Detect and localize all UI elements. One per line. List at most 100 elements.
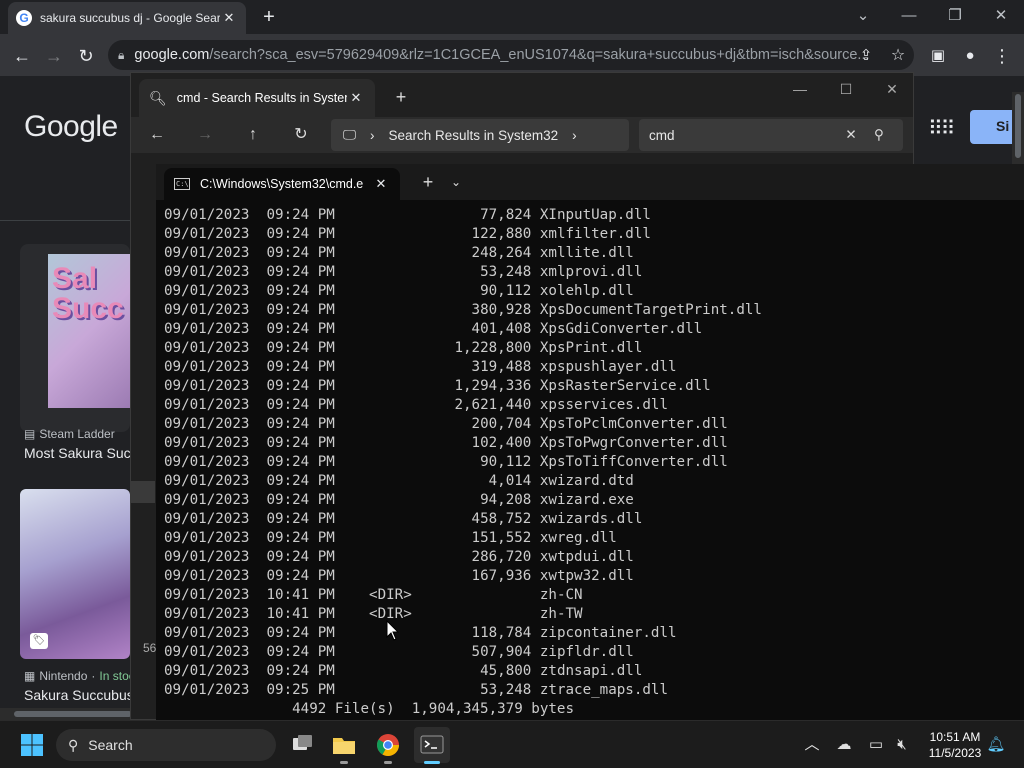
row-dir [369,321,412,337]
profile-icon[interactable]: ● [956,42,984,70]
row-time: 10:41 PM [266,606,335,622]
result-image[interactable]: 🏷︎ [20,489,130,659]
bookmark-star-icon[interactable]: ☆ [884,42,912,70]
close-window-button[interactable]: ✕ [869,77,915,101]
mouse-cursor-icon [386,620,400,641]
row-date: 09/01/2023 [164,549,250,565]
result-image[interactable]: Sal Succ [48,254,130,408]
terminal-tab-strip: C:\ C:\Windows\System32\cmd.e ✕ + ⌄ [156,164,1024,200]
address-bar[interactable]: 🔒︎ google.com /search?sca_esv=579629409&… [108,40,914,70]
explorer-address-bar[interactable]: 🖵︎ › Search Results in System32 › [331,119,629,151]
row-name: xpsservices.dll [539,397,669,413]
menu-kebab-icon[interactable]: ⋮ [988,42,1016,70]
back-button[interactable]: ← [8,42,36,70]
explorer-tab[interactable]: 🔍︎ cmd - Search Results in Systen ✕ [139,79,375,117]
close-tab-icon[interactable]: ✕ [372,176,390,192]
row-size: 286,720 [454,549,532,565]
close-tab-icon[interactable]: ✕ [220,10,238,26]
volume-muted-icon[interactable]: 🔇︎ [890,733,914,757]
row-size: 380,928 [454,302,532,318]
restore-button[interactable]: ❐ [932,2,978,30]
terminal-row: 09/01/2023 09:24 PM 90,112 xolehlp.dll [164,282,1020,301]
search-icon[interactable]: ⚲ [865,127,893,143]
row-date: 09/01/2023 [164,226,250,242]
row-name: zh-TW [539,606,583,622]
forward-button[interactable]: → [193,123,217,147]
row-size: 94,208 [454,492,532,508]
terminal-tab[interactable]: C:\ C:\Windows\System32\cmd.e ✕ [164,168,400,200]
terminal-row: 09/01/2023 09:24 PM 94,208 xwizard.exe [164,491,1020,510]
terminal-row: 09/01/2023 09:24 PM 102,400 XpsToPwgrCon… [164,434,1020,453]
chrome-icon[interactable] [370,727,406,764]
new-tab-button[interactable]: + [389,85,413,109]
onedrive-icon[interactable]: ☁︎ [832,733,856,757]
clock-time: 10:51 AM [929,730,981,744]
row-dir [369,245,412,261]
breadcrumb-chevron-icon: › [370,127,375,143]
reload-button[interactable]: ↻ [72,42,100,70]
terminal-row: 09/01/2023 09:25 PM 53,248 ztrace_maps.d… [164,681,1020,700]
clear-search-icon[interactable]: ✕ [837,127,865,143]
row-size: 167,936 [454,568,532,584]
chrome-tab[interactable]: G sakura succubus dj - Google Search ✕ [8,2,246,34]
chevron-up-icon[interactable]: ︿ [800,733,824,757]
refresh-button[interactable]: ↻ [289,123,313,147]
row-time: 09:24 PM [266,378,335,394]
side-panel-icon[interactable]: ▣ [924,42,952,70]
terminal-row: 09/01/2023 09:24 PM 319,488 xpspushlayer… [164,358,1020,377]
share-icon[interactable]: ⇪ [852,42,880,70]
terminal-row: 09/01/2023 09:24 PM 458,752 xwizards.dll [164,510,1020,529]
system-clock[interactable]: 10:51 AM 11/5/2023 [920,729,990,761]
monitor-icon: 🖵︎ [343,127,357,142]
row-size: 102,400 [454,435,532,451]
google-apps-icon[interactable]: ⠿⠿ [928,116,955,141]
new-tab-button[interactable]: + [416,170,440,194]
row-date: 09/01/2023 [164,207,250,223]
result-title[interactable]: Most Sakura Succ [24,445,138,461]
google-logo[interactable]: Google [24,110,118,144]
network-icon[interactable]: ▭ [864,733,888,757]
horizontal-scrollbar[interactable] [0,708,150,720]
maximize-button[interactable]: ☐ [823,77,869,101]
forward-button[interactable]: → [40,42,68,70]
row-name: xmlprovi.dll [539,264,643,280]
taskbar-search[interactable]: ⚲ Search [56,729,276,761]
back-button[interactable]: ← [145,123,169,147]
row-dir [369,511,412,527]
row-time: 10:41 PM [266,587,335,603]
row-size: 401,408 [454,321,532,337]
row-time: 09:24 PM [266,454,335,470]
row-date: 09/01/2023 [164,416,250,432]
sidebar-selection[interactable] [131,481,155,503]
row-time: 09:24 PM [266,226,335,242]
row-date: 09/01/2023 [164,264,250,280]
task-view-icon[interactable] [284,727,320,763]
terminal-output[interactable]: 09/01/2023 09:24 PM 77,824 XInputUap.dll… [164,206,1020,719]
explorer-sidebar: 56 [131,213,157,719]
row-dir [369,416,412,432]
minimize-button[interactable]: — [886,2,932,30]
row-size: 458,752 [454,511,532,527]
breadcrumb[interactable]: Search Results in System32 [389,128,559,143]
file-explorer-icon[interactable] [326,727,362,764]
row-date: 09/01/2023 [164,454,250,470]
row-date: 09/01/2023 [164,606,250,622]
close-tab-icon[interactable]: ✕ [347,90,365,106]
minimize-button[interactable]: — [777,77,823,101]
notification-bell-icon[interactable]: 🔔︎ [984,733,1008,757]
terminal-row: 09/01/2023 09:24 PM 286,720 xwtpdui.dll [164,548,1020,567]
chevron-down-icon[interactable]: ⌄ [444,170,468,194]
row-name: xolehlp.dll [539,283,634,299]
tab-search-icon[interactable]: ⌄ [840,2,886,30]
scrollbar-thumb[interactable] [14,711,132,717]
terminal-icon[interactable] [414,727,450,764]
close-window-button[interactable]: ✕ [978,2,1024,30]
up-button[interactable]: ↑ [241,123,265,147]
new-tab-button[interactable]: + [256,4,282,30]
scrollbar-thumb[interactable] [1015,94,1021,158]
summary-files: 4492 File(s) [292,701,395,717]
summary-bytes: 1,904,345,379 bytes [411,701,575,717]
terminal-row: 09/01/2023 09:24 PM 1,228,800 XpsPrint.d… [164,339,1020,358]
explorer-search-input[interactable]: cmd ✕ ⚲ [639,119,903,151]
windows-start-icon[interactable] [20,733,44,757]
